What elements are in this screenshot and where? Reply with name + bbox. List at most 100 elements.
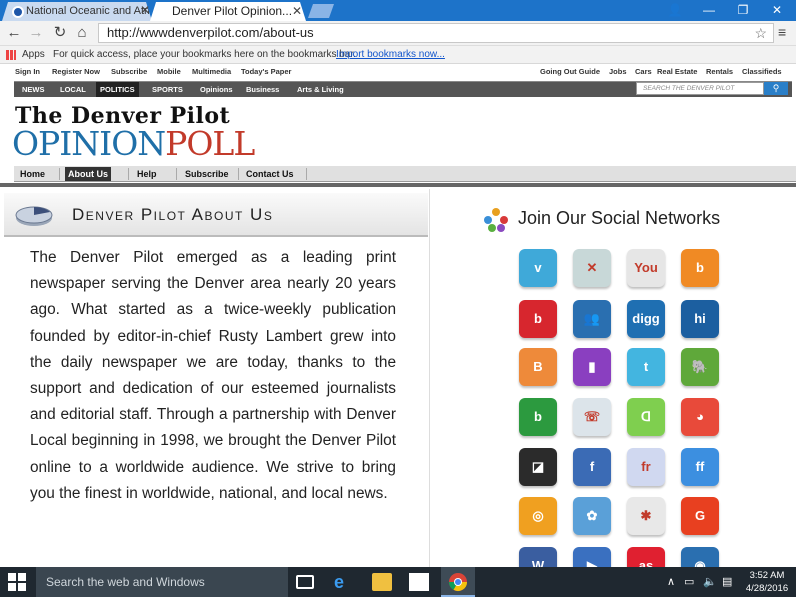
section-nav-item[interactable]: Opinions — [200, 82, 233, 97]
clock-time: 3:52 AM — [749, 570, 785, 581]
evernote-icon[interactable]: 🐘 — [681, 348, 719, 386]
logo-poll: POLL — [165, 124, 255, 163]
about-title: Denver Pilot About Us — [72, 205, 274, 224]
home-icon[interactable]: ⌂ — [72, 23, 92, 43]
beats-icon[interactable]: b — [519, 300, 557, 338]
utility-link[interactable]: Cars — [635, 65, 652, 79]
vimeo-icon[interactable]: v — [519, 249, 557, 287]
store-icon[interactable] — [409, 573, 429, 591]
nav-home[interactable]: Home — [17, 167, 48, 181]
utility-link[interactable]: Multimedia — [192, 65, 231, 79]
vk-icon[interactable]: W — [519, 547, 557, 567]
section-nav-item[interactable]: Business — [246, 82, 279, 97]
section-nav-item[interactable]: SPORTS — [152, 82, 183, 97]
tab-noaa[interactable]: National Oceanic and Atmo — [2, 2, 152, 21]
tab-title: National Oceanic and Atmo — [26, 5, 152, 17]
myspace-icon[interactable]: 👥 — [573, 300, 611, 338]
globe-icon[interactable]: ◉ — [681, 547, 719, 567]
notifications-icon[interactable]: ▤ — [722, 567, 732, 597]
bebo-icon[interactable]: b — [519, 398, 557, 436]
taskbar: Search the web and Windows e ∧ ▭ 🔈 ▤ 3:5… — [0, 567, 796, 597]
site-search-input[interactable]: SEARCH THE DENVER PILOT — [636, 82, 764, 95]
nav-subscribe[interactable]: Subscribe — [182, 167, 232, 181]
task-view-icon[interactable] — [296, 575, 314, 589]
section-nav-item[interactable]: Arts & Living — [297, 82, 344, 97]
windows-start-icon[interactable] — [8, 573, 26, 591]
clock[interactable]: 3:52 AM 4/28/2016 — [744, 569, 790, 595]
forward-arrow-icon[interactable]: → — [26, 23, 46, 43]
blogger-alt-icon[interactable]: B — [519, 348, 557, 386]
volume-icon[interactable]: 🔈 — [703, 567, 717, 597]
twitter-icon[interactable]: t — [627, 348, 665, 386]
utility-link[interactable]: Sign In — [15, 65, 40, 79]
apps-icon[interactable] — [6, 50, 16, 60]
google-icon[interactable]: ◕ — [681, 398, 719, 436]
facebook-icon[interactable]: f — [573, 448, 611, 486]
tab-close-icon[interactable]: ✕ — [292, 4, 302, 18]
taskbar-search-placeholder: Search the web and Windows — [46, 575, 205, 589]
youtube-icon[interactable]: You — [627, 249, 665, 287]
reload-icon[interactable]: ↻ — [50, 23, 70, 43]
blogger-icon[interactable]: b — [681, 249, 719, 287]
bookmarks-bar: Apps For quick access, place your bookma… — [0, 46, 796, 64]
utility-link[interactable]: Jobs — [609, 65, 627, 79]
tab-close-icon[interactable]: ✕ — [140, 3, 150, 17]
new-tab-button[interactable] — [308, 4, 334, 18]
utility-link[interactable]: Register Now — [52, 65, 100, 79]
section-nav-item[interactable]: LOCAL — [60, 82, 86, 97]
star-icon[interactable]: ☆ — [754, 24, 767, 42]
friendfeed-blue-icon[interactable]: ff — [681, 448, 719, 486]
nav-contact-us[interactable]: Contact Us — [243, 167, 297, 181]
user-icon[interactable]: 👤 — [658, 0, 692, 21]
search-placeholder: SEARCH THE DENVER PILOT — [643, 85, 735, 92]
logo-opinion-poll[interactable]: OPINIONPOLL — [12, 124, 255, 163]
yelp-icon[interactable]: ✱ — [627, 497, 665, 535]
utility-link[interactable]: Going Out Guide — [540, 65, 600, 79]
lifesaver-icon[interactable]: ◎ — [519, 497, 557, 535]
noaa-favicon-icon — [12, 6, 24, 18]
rainbow-icon[interactable]: ▮ — [573, 348, 611, 386]
back-arrow-icon[interactable]: ← — [4, 23, 24, 43]
about-panel: Denver Pilot About Us The Denver Pilot e… — [0, 189, 430, 567]
section-nav-item-active[interactable]: POLITICS — [96, 82, 139, 97]
restore-button[interactable]: ❐ — [726, 0, 760, 21]
minimize-button[interactable]: — — [692, 0, 726, 21]
grooveshark-icon[interactable]: G — [681, 497, 719, 535]
browser-toolbar: ← → ↻ ⌂ http://wwwdenverpilot.com/about-… — [0, 21, 796, 46]
people-network-icon — [484, 208, 508, 232]
utility-bar: Sign In Register Now Subscribe Mobile Mu… — [0, 65, 796, 79]
section-nav-item[interactable]: NEWS — [22, 82, 45, 97]
nav-help[interactable]: Help — [134, 167, 160, 181]
utility-link[interactable]: Subscribe — [111, 65, 147, 79]
friendfeed-icon[interactable]: fr — [627, 448, 665, 486]
delicious-green-icon[interactable]: ᗡ — [627, 398, 665, 436]
xing-icon[interactable]: ✕ — [573, 249, 611, 287]
utility-link[interactable]: Classifieds — [742, 65, 782, 79]
apps-link[interactable]: Apps — [22, 46, 45, 64]
nav-about-us[interactable]: About Us — [65, 167, 111, 181]
search-icon[interactable]: ⚲ — [764, 82, 788, 95]
close-button[interactable]: ✕ — [760, 0, 794, 21]
address-bar[interactable]: http://wwwdenverpilot.com/about-us ☆ — [98, 23, 774, 43]
digg-icon[interactable]: digg — [627, 300, 665, 338]
network-icon[interactable]: ▭ — [684, 567, 694, 597]
file-explorer-icon[interactable] — [372, 573, 392, 591]
utility-link[interactable]: Real Estate — [657, 65, 697, 79]
ribbon-icon[interactable]: ✿ — [573, 497, 611, 535]
tray-expand-icon[interactable]: ∧ — [667, 567, 675, 597]
tab-denver-pilot[interactable]: Denver Pilot Opinion... — [150, 2, 306, 21]
import-bookmarks-link[interactable]: Import bookmarks now... — [336, 46, 445, 64]
chrome-taskbar-button[interactable] — [441, 567, 475, 597]
utility-link[interactable]: Mobile — [157, 65, 181, 79]
edge-icon[interactable]: e — [334, 573, 354, 591]
utility-link[interactable]: Rentals — [706, 65, 733, 79]
tab-title: Denver Pilot Opinion... — [172, 4, 293, 18]
play-icon[interactable]: ▶ — [573, 547, 611, 567]
skype-icon[interactable]: ☏ — [573, 398, 611, 436]
utility-link[interactable]: Today's Paper — [241, 65, 291, 79]
menu-icon[interactable]: ≡ — [778, 24, 786, 40]
lastfm-icon[interactable]: as — [627, 547, 665, 567]
delicious-icon[interactable]: ◪ — [519, 448, 557, 486]
hi5-icon[interactable]: hi — [681, 300, 719, 338]
taskbar-search-input[interactable]: Search the web and Windows — [36, 567, 288, 597]
